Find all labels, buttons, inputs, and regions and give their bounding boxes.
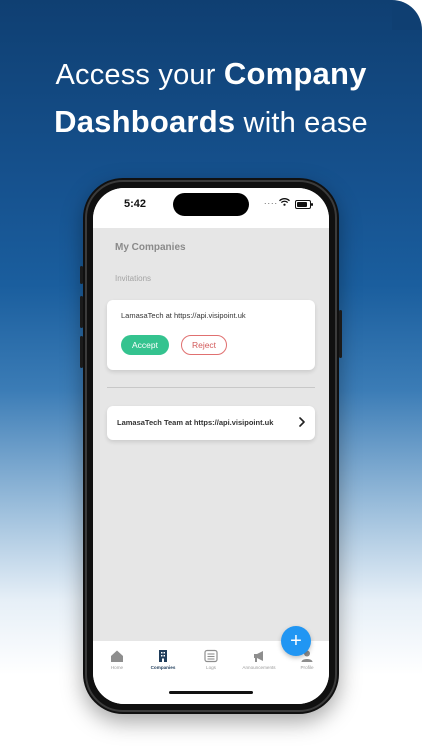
tab-label: Companies [150,665,176,670]
phone-side-button [80,266,83,284]
promo-headline-line1: Access your Company [0,56,422,92]
tab-label: Profile [300,665,314,670]
wifi-icon [279,198,290,206]
phone-side-button [339,310,342,358]
promo-headline-line2: Dashboards with ease [0,104,422,140]
chevron-right-icon [299,417,305,427]
tab-label: Logs [206,665,216,670]
invitation-text: LamasaTech at https://api.visipoint.uk [121,311,246,320]
signal-icon: .... [264,196,279,206]
add-company-button[interactable]: + [281,626,311,656]
phone-frame: 5:42 .... My Companies Invitations Lamas… [80,178,342,714]
home-icon [111,650,123,662]
invitation-card: LamasaTech at https://api.visipoint.uk A… [107,300,315,370]
divider [107,387,315,388]
tab-companies[interactable]: Companies [143,649,183,670]
tab-label: Home [110,665,124,670]
invitations-heading: Invitations [115,274,152,283]
app-screen: 5:42 .... My Companies Invitations Lamas… [93,188,329,704]
dynamic-island [173,193,249,216]
phone-side-button [80,296,83,328]
battery-icon [295,200,313,209]
promo-line1-pre: Access your [55,59,216,91]
plus-icon: + [290,630,302,652]
company-name: LamasaTech Team at https://api.visipoint… [117,418,274,427]
tab-logs[interactable]: Logs [191,649,231,670]
company-list-item[interactable]: LamasaTech Team at https://api.visipoint… [107,406,315,440]
phone-side-button [80,336,83,368]
home-indicator [169,691,253,694]
promo-line2-post: with ease [243,107,368,139]
status-bar: 5:42 .... [93,188,329,228]
promo-line1-bold: Company [223,56,367,91]
reject-button[interactable]: Reject [181,335,227,355]
promo-line2-bold: Dashboards [54,104,236,139]
page-title: My Companies [115,242,186,253]
tab-home[interactable]: Home [97,649,137,670]
megaphone-icon [254,651,263,662]
list-icon [204,649,218,663]
tab-announcements[interactable]: Announcements [239,649,279,670]
tab-label: Announcements [242,665,276,670]
status-time: 5:42 [124,198,147,210]
building-icon [159,650,167,662]
accept-button[interactable]: Accept [121,335,169,355]
